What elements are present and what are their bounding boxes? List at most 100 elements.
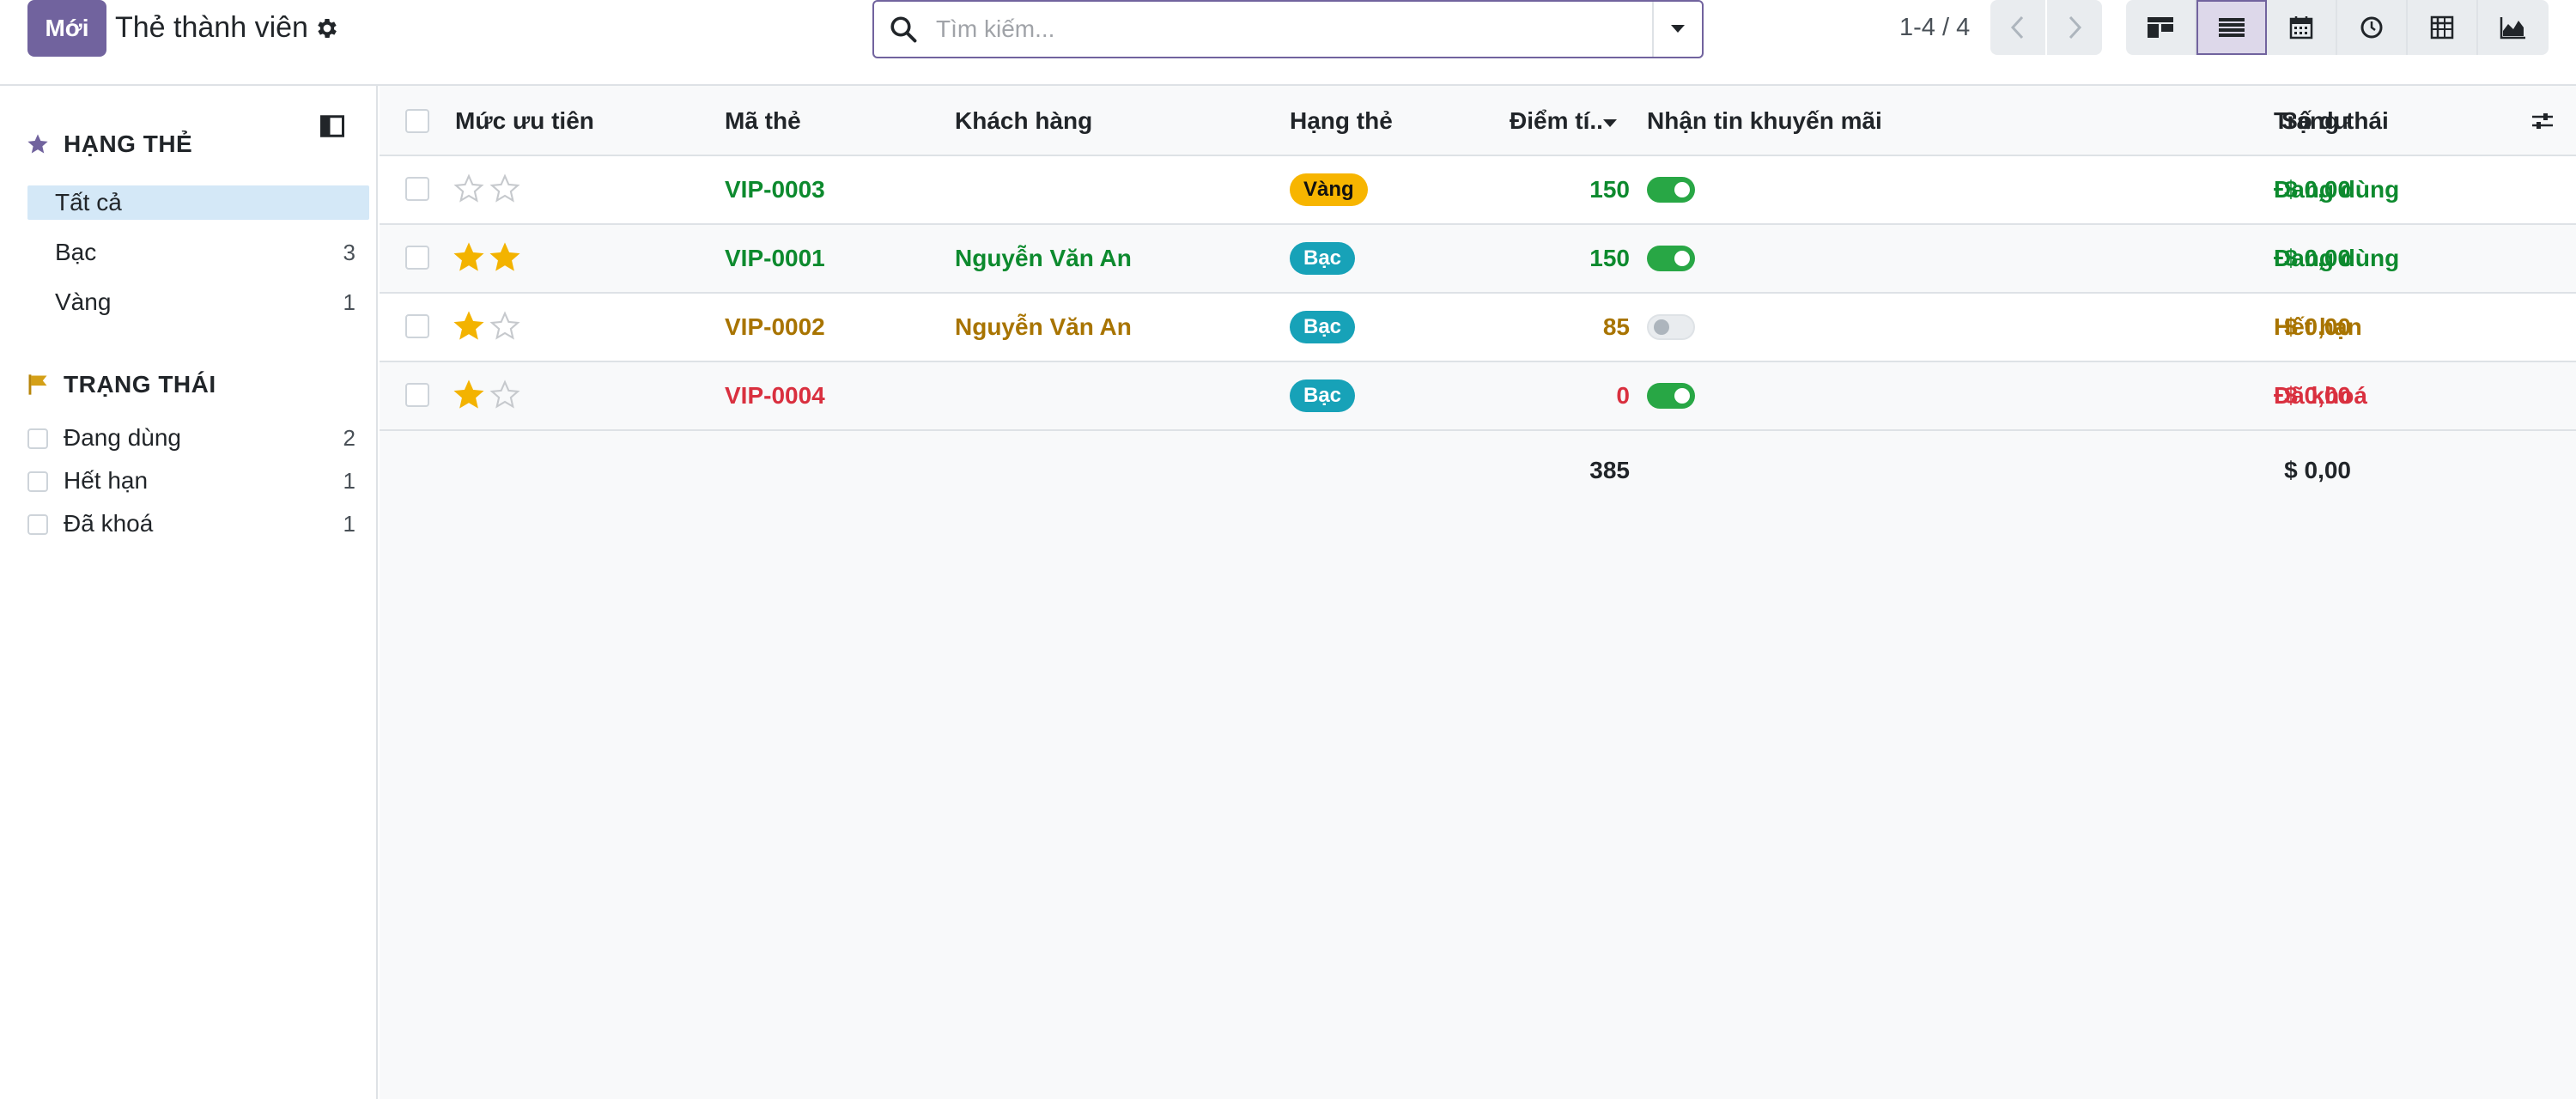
filter-checkbox[interactable] [27, 428, 48, 449]
status-value: Hết hạn [2274, 313, 2362, 340]
points-value: 150 [1589, 245, 1630, 271]
gear-icon[interactable] [314, 15, 340, 41]
priority-stars[interactable] [453, 242, 520, 273]
star-empty-icon[interactable] [489, 173, 520, 204]
column-header-promo[interactable]: Nhận tin khuyến mãi [1647, 86, 1882, 156]
column-header-priority[interactable]: Mức ưu tiên [455, 86, 594, 156]
section-header-status: TRẠNG THÁI [26, 371, 216, 398]
filter-checkbox[interactable] [27, 471, 48, 492]
star-filled-icon[interactable] [453, 311, 484, 342]
star-icon [27, 134, 48, 154]
section-title: TRẠNG THÁI [64, 371, 216, 398]
toggle-panel-icon[interactable] [319, 113, 345, 139]
column-header-points[interactable]: Điểm tí.. [1510, 86, 1616, 156]
chevron-right-icon [2069, 15, 2082, 39]
section-title: HẠNG THẺ [64, 131, 193, 157]
star-filled-icon[interactable] [489, 242, 520, 273]
tier-badge: Bạc [1290, 242, 1356, 275]
category-item-silver[interactable]: Bạc 3 [27, 235, 369, 270]
promo-toggle[interactable] [1647, 314, 1695, 340]
promo-toggle[interactable] [1647, 383, 1695, 409]
category-label: Bạc [55, 239, 97, 265]
filter-label: Đã khoá [64, 510, 154, 537]
tier-badge: Bạc [1290, 311, 1356, 343]
search-input[interactable] [936, 9, 1657, 50]
points-value: 0 [1616, 382, 1630, 409]
star-filled-icon[interactable] [453, 242, 484, 273]
list-icon [2219, 18, 2245, 37]
tier-badge: Bạc [1290, 379, 1356, 412]
caret-down-icon [1671, 25, 1685, 33]
category-item-all[interactable]: Tất cả [27, 185, 369, 220]
view-calendar-button[interactable] [2267, 0, 2337, 55]
tier-badge: Vàng [1290, 173, 1368, 206]
row-checkbox[interactable] [405, 246, 429, 270]
points-value: 85 [1602, 313, 1630, 340]
priority-stars[interactable] [453, 311, 520, 342]
star-filled-icon[interactable] [453, 379, 484, 410]
sort-desc-icon [1603, 119, 1617, 127]
table-row[interactable]: VIP-0004 Bạc 0 $ 0,00 Đã khoá [380, 362, 2576, 431]
pivot-table-icon [2430, 15, 2454, 39]
column-header-tier[interactable]: Hạng thẻ [1290, 86, 1393, 156]
flag-icon [28, 374, 47, 395]
calendar-icon [2289, 16, 2313, 39]
category-label: Vàng [55, 288, 112, 315]
card-code: VIP-0001 [725, 245, 825, 271]
search-icon [890, 16, 917, 43]
view-activity-button[interactable] [2337, 0, 2408, 55]
status-value: Đang dùng [2274, 245, 2400, 271]
row-checkbox[interactable] [405, 383, 429, 407]
pager-value[interactable]: 1-4 / 4 [1899, 10, 1970, 45]
promo-toggle[interactable] [1647, 246, 1695, 271]
optional-columns-icon[interactable] [2530, 108, 2555, 134]
select-all-checkbox[interactable] [405, 109, 429, 133]
search-panel: HẠNG THẺ Tất cả Bạc 3 Vàng 1 TRẠNG THÁI … [0, 86, 378, 1099]
pager-previous-button[interactable] [1990, 0, 2045, 55]
pager-next-button[interactable] [2047, 0, 2102, 55]
filter-item-in-use[interactable]: Đang dùng 2 [27, 421, 369, 455]
filter-checkbox[interactable] [27, 514, 48, 535]
status-value: Đã khoá [2274, 382, 2367, 409]
search-bar [872, 0, 1704, 58]
page-title: Thẻ thành viên [115, 11, 308, 44]
area-chart-icon [2500, 17, 2525, 39]
customer-name: Nguyễn Văn An [955, 313, 1132, 340]
new-button[interactable]: Mới [27, 0, 106, 57]
view-graph-button[interactable] [2478, 0, 2549, 55]
kanban-icon [2148, 17, 2173, 38]
points-value: 150 [1589, 176, 1630, 203]
row-checkbox[interactable] [405, 177, 429, 201]
toggle-knob [1674, 251, 1690, 266]
column-header-code[interactable]: Mã thẻ [725, 86, 801, 156]
view-kanban-button[interactable] [2126, 0, 2196, 55]
view-list-button[interactable] [2196, 0, 2267, 55]
toggle-knob [1674, 182, 1690, 197]
toggle-knob [1654, 319, 1669, 335]
view-switcher [2126, 0, 2549, 55]
star-empty-icon[interactable] [489, 311, 520, 342]
column-header-customer[interactable]: Khách hàng [955, 86, 1092, 156]
customer-name: Nguyễn Văn An [955, 245, 1132, 271]
search-options-toggle[interactable] [1652, 2, 1702, 57]
card-code: VIP-0004 [725, 382, 825, 409]
table-row[interactable]: VIP-0001 Nguyễn Văn An Bạc 150 $ 0,00 Đa… [380, 225, 2576, 294]
star-empty-icon[interactable] [489, 379, 520, 410]
filter-item-locked[interactable]: Đã khoá 1 [27, 507, 369, 541]
table-row[interactable]: VIP-0003 Vàng 150 $ 0,00 Đang dùng [380, 156, 2576, 225]
priority-stars[interactable] [453, 379, 520, 410]
filter-item-expired[interactable]: Hết hạn 1 [27, 464, 369, 498]
view-pivot-button[interactable] [2408, 0, 2478, 55]
table-header: Mức ưu tiên Mã thẻ Khách hàng Hạng thẻ Đ… [380, 86, 2576, 156]
promo-toggle[interactable] [1647, 177, 1695, 203]
card-code: VIP-0002 [725, 313, 825, 340]
category-item-gold[interactable]: Vàng 1 [27, 285, 369, 319]
priority-stars[interactable] [453, 173, 520, 204]
column-header-status[interactable]: Trạng thái [2274, 86, 2389, 156]
category-count: 1 [343, 289, 355, 315]
star-empty-icon[interactable] [453, 173, 484, 204]
total-balance: $ 0,00 [2284, 457, 2351, 483]
section-header-tier: HẠNG THẺ [26, 131, 192, 158]
row-checkbox[interactable] [405, 314, 429, 338]
table-row[interactable]: VIP-0002 Nguyễn Văn An Bạc 85 $ 0,00 Hết… [380, 294, 2576, 362]
